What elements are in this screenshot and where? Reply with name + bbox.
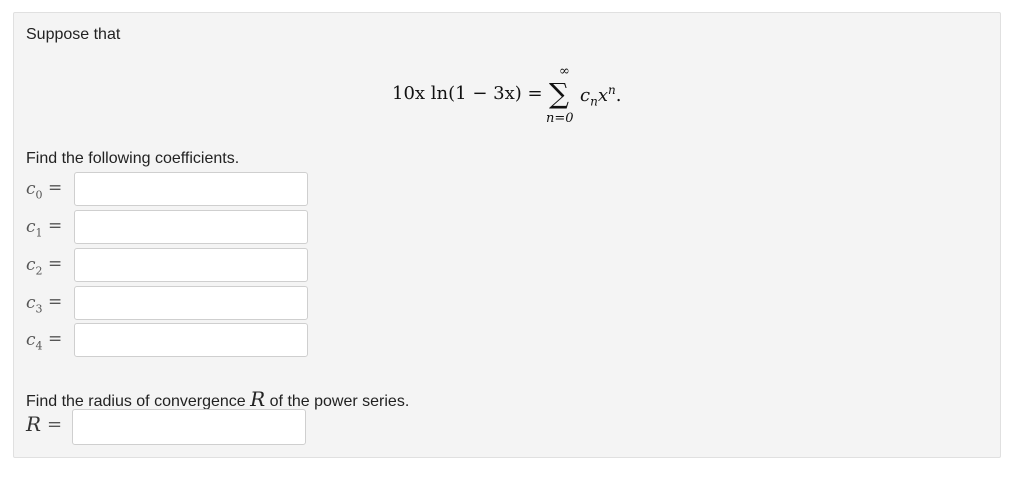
coefficients-instruction: Find the following coefficients. [26, 150, 240, 167]
term-x: x [597, 85, 608, 106]
equals-sign: = [47, 414, 63, 435]
equals-sign: = [48, 178, 63, 198]
radius-input[interactable] [72, 409, 306, 445]
intro-text: Suppose that [26, 26, 121, 43]
equals-sign: = [48, 216, 63, 236]
coefficient-label: c4 [26, 330, 43, 353]
c2-input[interactable] [74, 248, 308, 282]
c3-input[interactable] [74, 286, 308, 320]
term-x-superscript: n [607, 83, 616, 97]
c4-input[interactable] [74, 323, 308, 357]
coefficient-label: c1 [26, 217, 43, 240]
radius-symbol: R [250, 387, 266, 411]
equals-sign: = [48, 292, 63, 312]
c1-input[interactable] [74, 210, 308, 244]
summation-lower-limit: n=0 [546, 111, 574, 126]
formula-term: cnxn. [580, 83, 621, 109]
formula-lhs: 10x ln(1 − 3x) = [392, 83, 543, 104]
radius-instruction: Find the radius of convergence R of the … [26, 387, 410, 411]
coefficient-label: c3 [26, 293, 43, 316]
c0-input[interactable] [74, 172, 308, 206]
term-c-subscript: n [590, 94, 598, 109]
summation: ∞ ∑ n=0 [543, 64, 583, 126]
coefficient-label: c2 [26, 255, 43, 278]
equals-sign: = [48, 254, 63, 274]
radius-label: R [26, 412, 42, 436]
term-c: c [580, 85, 591, 106]
equals-sign: = [48, 329, 63, 349]
coefficient-label: c0 [26, 179, 43, 202]
term-period: . [615, 85, 622, 106]
summation-symbol: ∑ [549, 77, 569, 110]
